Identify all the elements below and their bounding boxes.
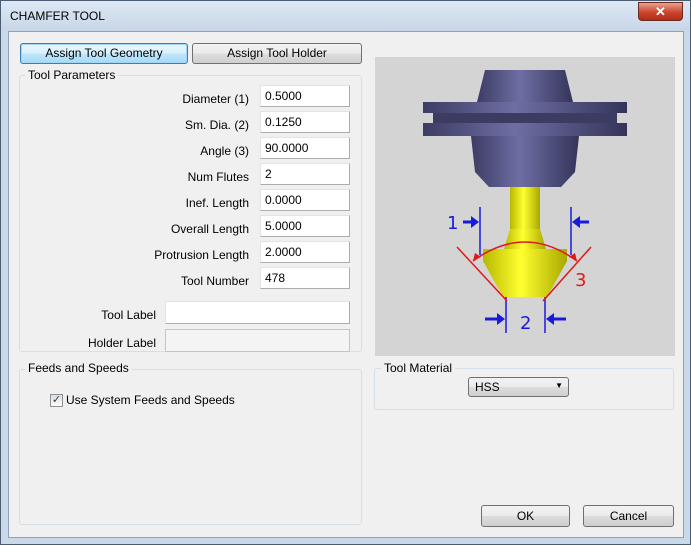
tool-holder-shape bbox=[423, 70, 627, 187]
title-bar[interactable]: CHAMFER TOOL ✕ bbox=[1, 1, 690, 31]
tool-label-label: Tool Label bbox=[101, 308, 156, 322]
param-input[interactable]: 0.0000 bbox=[260, 189, 350, 211]
param-label: Angle (3) bbox=[200, 144, 249, 158]
param-label: Sm. Dia. (2) bbox=[184, 118, 249, 132]
param-input[interactable]: 0.1250 bbox=[260, 111, 350, 133]
param-input[interactable]: 90.0000 bbox=[260, 137, 350, 159]
param-label: Inef. Length bbox=[185, 196, 249, 210]
feeds-speeds-title: Feeds and Speeds bbox=[25, 361, 132, 375]
param-input[interactable]: 2 bbox=[260, 163, 350, 185]
param-input[interactable]: 2.0000 bbox=[260, 241, 350, 263]
tool-preview-panel: 1 2 3 bbox=[375, 57, 675, 356]
param-label: Protrusion Length bbox=[154, 248, 249, 262]
param-input[interactable]: 5.0000 bbox=[260, 215, 350, 237]
dialog-client-area: Assign Tool Geometry Assign Tool Holder … bbox=[8, 31, 684, 538]
tool-label-input[interactable] bbox=[165, 301, 350, 324]
param-label: Tool Number bbox=[180, 274, 249, 288]
cancel-button[interactable]: Cancel bbox=[583, 505, 674, 527]
param-input[interactable]: 0.5000 bbox=[260, 85, 350, 107]
dialog-window: CHAMFER TOOL ✕ Assign Tool Geometry Assi… bbox=[0, 0, 691, 545]
angle-3-label: 3 bbox=[575, 270, 586, 291]
holder-label-label: Holder Label bbox=[87, 336, 156, 350]
tool-material-title: Tool Material bbox=[381, 361, 456, 375]
dimension-2-label: 2 bbox=[520, 313, 531, 334]
ok-button[interactable]: OK bbox=[481, 505, 570, 527]
assign-tool-holder-button[interactable]: Assign Tool Holder bbox=[192, 43, 362, 64]
param-label: Num Flutes bbox=[187, 170, 249, 184]
tool-material-value: HSS bbox=[475, 380, 500, 394]
param-label: Overall Length bbox=[170, 222, 249, 236]
use-system-feeds-label[interactable]: Use System Feeds and Speeds bbox=[66, 393, 235, 407]
holder-label-input bbox=[165, 329, 350, 352]
tool-parameters-title: Tool Parameters bbox=[25, 68, 119, 82]
dimension-2-annotation: 2 bbox=[485, 297, 566, 334]
assign-tool-geometry-button[interactable]: Assign Tool Geometry bbox=[20, 43, 188, 64]
param-label: Diameter (1) bbox=[182, 92, 249, 106]
close-button[interactable]: ✕ bbox=[638, 2, 683, 21]
use-system-feeds-checkbox[interactable]: ✓ bbox=[50, 394, 63, 407]
dimension-1-label: 1 bbox=[447, 213, 458, 234]
chamfer-tool-diagram: 1 2 3 bbox=[423, 70, 627, 334]
tool-material-select[interactable]: HSS ▼ bbox=[468, 377, 569, 397]
param-input[interactable]: 478 bbox=[260, 267, 350, 289]
chevron-down-icon: ▼ bbox=[555, 381, 563, 390]
window-title: CHAMFER TOOL bbox=[10, 9, 105, 23]
